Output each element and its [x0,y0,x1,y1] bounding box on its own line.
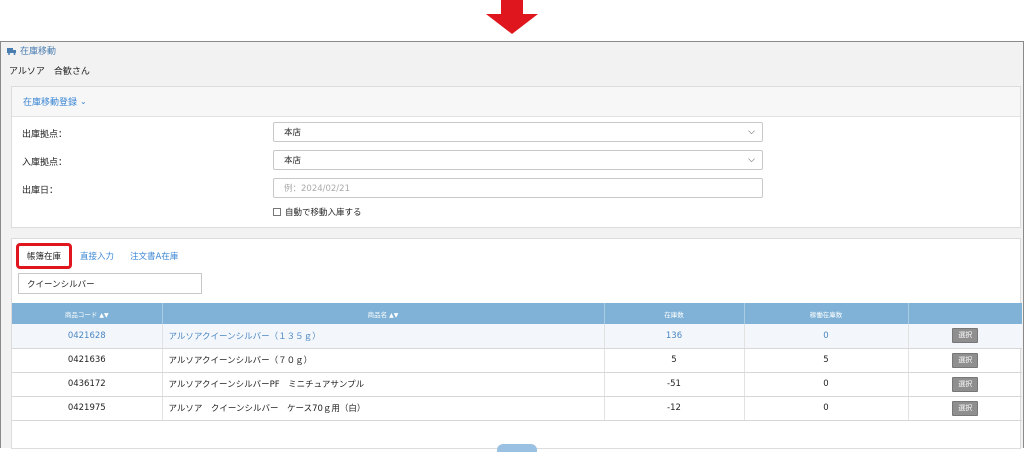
action-cell: 選択 [908,324,1022,349]
product-search-value: クイーンシルバー [27,279,95,290]
chevron-down-icon: ⌄ [80,97,87,106]
table-row: 0421975 アルソア クイーンシルバー ケース70ｇ用（白） -12 0 選… [12,396,1022,421]
transfer-registration-panel: 在庫移動登録 ⌄ 出庫拠点： 本店 ⌵ 入庫拠点： 本店 ⌵ 出庫日： 例：20… [11,86,1021,228]
page-title: 在庫移動 [7,44,56,57]
stock-count: 136 [604,324,745,349]
product-name: アルソア クイーンシルバー ケース70ｇ用（白） [162,396,605,421]
product-name: アルソアクイーンシルバー（１３５ｇ） [162,324,605,349]
stock-count: -51 [604,372,745,397]
from-location-select[interactable]: 本店 ⌵ [273,122,763,142]
auto-receive-label: 自動で移動入庫する [285,208,362,218]
select-button[interactable]: 選択 [952,400,979,416]
from-location-label: 出庫拠点： [22,130,68,140]
product-table: 商品コード ▲▼ 商品名 ▲▼ 在庫数 稼働在庫数 0421628 アルソアクイ… [12,303,1022,421]
auto-receive-checkbox[interactable] [273,208,281,216]
active-stock-count: 0 [744,396,909,421]
column-header-code[interactable]: 商品コード ▲▼ [12,303,163,324]
sort-icon: ▲▼ [99,311,109,319]
action-cell: 選択 [908,372,1022,397]
tab-order-a-stock[interactable]: 注文書A在庫 [122,244,186,268]
action-cell: 選択 [908,348,1022,373]
column-header-name[interactable]: 商品名 ▲▼ [162,303,605,324]
chevron-down-icon: ⌵ [748,127,755,137]
column-header-action [908,303,1022,324]
page-title-text: 在庫移動 [20,47,57,57]
product-name: アルソアクイーンシルバー（７０ｇ） [162,348,605,373]
active-stock-count: 5 [744,348,909,373]
column-header-active-stock: 稼働在庫数 [744,303,909,324]
table-row: 0421636 アルソアクイーンシルバー（７０ｇ） 5 5 選択 [12,348,1022,373]
active-stock-count: 0 [744,372,909,397]
table-header-row: 商品コード ▲▼ 商品名 ▲▼ 在庫数 稼働在庫数 [12,303,1022,324]
product-search-input[interactable]: クイーンシルバー [18,273,202,294]
active-stock-count: 0 [744,324,909,349]
user-name: アルソア 合歓さん [9,67,90,77]
from-location-value: 本店 [284,128,302,138]
app-window: 在庫移動 アルソア 合歓さん 在庫移動登録 ⌄ 出庫拠点： 本店 ⌵ 入庫拠点：… [0,41,1024,449]
auto-receive-option[interactable]: 自動で移動入庫する [273,206,362,218]
truck-icon [7,47,16,55]
down-arrow-icon [486,0,538,34]
registration-header[interactable]: 在庫移動登録 ⌄ [12,87,1020,117]
product-code: 0421628 [12,324,163,349]
registration-title: 在庫移動登録 [23,98,78,108]
select-button[interactable]: 選択 [952,352,979,368]
source-tabs: 帳簿在庫 直接入力 注文書A在庫 [16,243,186,269]
to-location-value: 本店 [284,156,302,166]
product-code: 0421975 [12,396,163,421]
ship-date-placeholder: 例：2024/02/21 [284,184,350,194]
tab-direct-input[interactable]: 直接入力 [72,244,122,268]
product-name: アルソアクイーンシルバーPF ミニチュアサンプル [162,372,605,397]
to-location-select[interactable]: 本店 ⌵ [273,150,763,170]
select-button[interactable]: 選択 [952,376,979,392]
product-code: 0436172 [12,372,163,397]
ship-date-input[interactable]: 例：2024/02/21 [273,178,763,198]
select-button[interactable]: 選択 [952,328,979,344]
action-cell: 選択 [908,396,1022,421]
ship-date-label: 出庫日： [22,186,59,196]
product-code: 0421636 [12,348,163,373]
table-row: 0436172 アルソアクイーンシルバーPF ミニチュアサンプル -51 0 選… [12,372,1022,397]
column-header-stock: 在庫数 [604,303,745,324]
tab-book-stock[interactable]: 帳簿在庫 [16,243,73,269]
stock-count: -12 [604,396,745,421]
sort-icon: ▲▼ [389,311,399,319]
to-location-label: 入庫拠点： [22,158,68,168]
chevron-down-icon: ⌵ [748,155,755,165]
table-row: 0421628 アルソアクイーンシルバー（１３５ｇ） 136 0 選択 [12,324,1022,349]
product-list-panel: 帳簿在庫 直接入力 注文書A在庫 クイーンシルバー 商品コード ▲▼ 商品名 ▲… [11,238,1022,449]
scroll-top-button[interactable] [497,444,537,452]
stock-count: 5 [604,348,745,373]
